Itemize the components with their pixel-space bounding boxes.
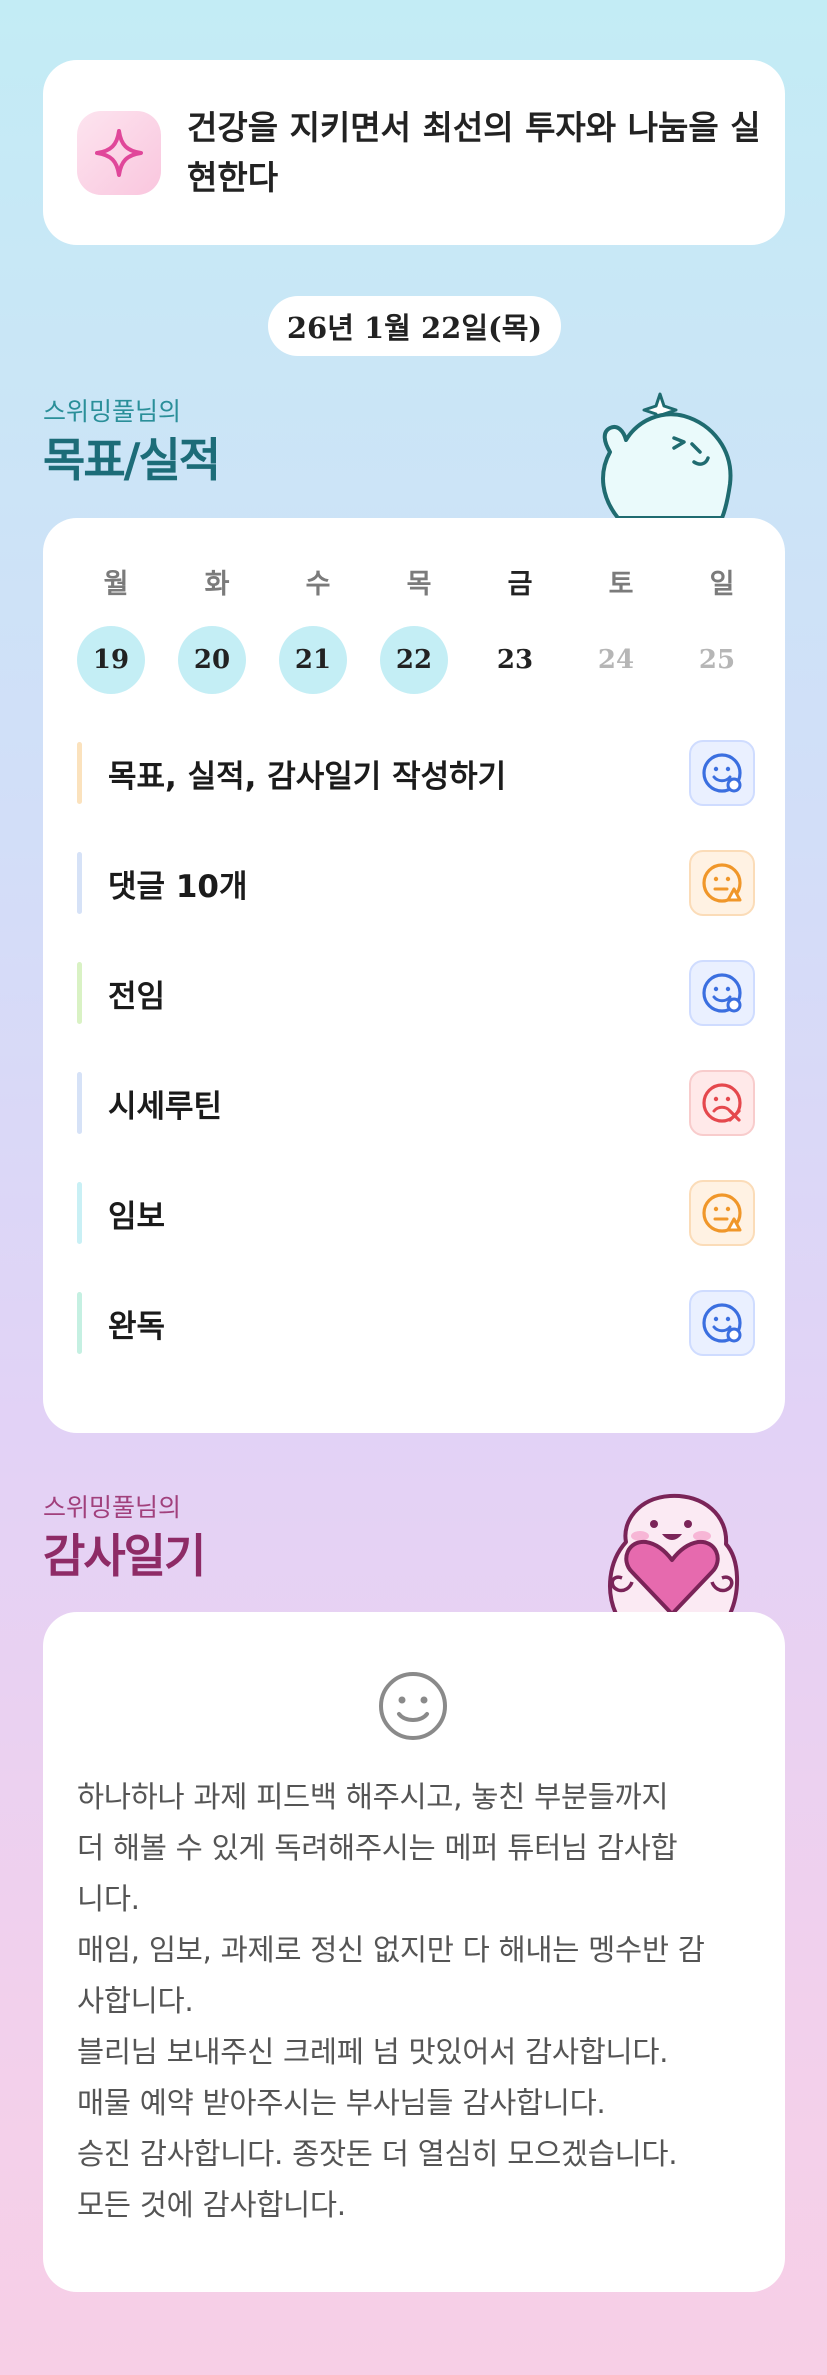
journal-line: 블리님 보내주신 크레페 넘 맛있어서 감사합니다.	[77, 2035, 669, 2069]
journal-line: 매임, 임보, 과제로 정신 없지만 다 해내는 멩수반 감	[77, 1933, 705, 1967]
day-24[interactable]: 24	[582, 626, 650, 694]
task-color-bar	[77, 852, 82, 914]
task-status-smile-face-icon[interactable]	[689, 960, 755, 1026]
task-color-bar	[77, 1292, 82, 1354]
journal-card: 하나하나 과제 피드백 해주시고, 놓친 부분들까지더 해볼 수 있게 독려해주…	[43, 1612, 785, 2292]
task-row[interactable]: 목표, 실적, 감사일기 작성하기	[77, 738, 755, 808]
sparkle-icon	[77, 110, 161, 195]
task-color-bar	[77, 742, 82, 804]
weekday-fri: 금	[507, 569, 533, 600]
mascot-wave-icon	[601, 392, 733, 520]
task-row[interactable]: 시세루틴	[77, 1068, 755, 1138]
task-row[interactable]: 완독	[77, 1288, 755, 1358]
mascot-heart-icon	[608, 1493, 740, 1614]
day-22[interactable]: 22	[380, 626, 448, 694]
weekday-thu: 목	[406, 569, 432, 600]
task-label: 댓글 10개	[108, 868, 248, 905]
weekday-mon: 월	[103, 569, 129, 600]
weekday-sun: 일	[709, 569, 735, 600]
journal-line: 니다.	[77, 1882, 140, 1916]
task-row[interactable]: 댓글 10개	[77, 848, 755, 918]
goals-section-subtitle: 스위밍풀님의	[43, 397, 182, 426]
task-status-neutral-face-icon[interactable]	[689, 850, 755, 916]
journal-text: 하나하나 과제 피드백 해주시고, 놓친 부분들까지더 해볼 수 있게 독려해주…	[77, 1772, 757, 2231]
day-23[interactable]: 23	[481, 626, 549, 694]
goal-line: 현한다	[187, 157, 279, 197]
task-label: 전임	[108, 978, 166, 1015]
journal-line: 모든 것에 감사합니다.	[77, 2188, 346, 2222]
goals-section-title: 목표/실적	[43, 433, 221, 487]
weekday-tue: 화	[204, 569, 230, 600]
task-label: 시세루틴	[108, 1088, 223, 1125]
task-label: 임보	[108, 1198, 166, 1235]
journal-line: 사합니다.	[77, 1984, 194, 2018]
journal-line: 승진 감사합니다. 종잣돈 더 열심히 모으겠습니다.	[77, 2137, 678, 2171]
task-status-smile-face-icon[interactable]	[689, 740, 755, 806]
task-status-smile-face-icon[interactable]	[689, 1290, 755, 1356]
journal-section-title: 감사일기	[43, 1529, 206, 1583]
task-label: 완독	[108, 1308, 166, 1345]
weekday-wed: 수	[305, 569, 331, 600]
day-25[interactable]: 25	[683, 626, 751, 694]
task-row[interactable]: 전임	[77, 958, 755, 1028]
journal-line: 하나하나 과제 피드백 해주시고, 놓친 부분들까지	[77, 1780, 669, 1814]
task-label: 목표, 실적, 감사일기 작성하기	[108, 758, 507, 795]
smile-face-icon	[379, 1672, 447, 1740]
day-21[interactable]: 21	[279, 626, 347, 694]
task-status-neutral-face-icon[interactable]	[689, 1180, 755, 1246]
journal-line: 매물 예약 받아주시는 부사님들 감사합니다.	[77, 2086, 606, 2120]
journal-section-subtitle: 스위밍풀님의	[43, 1493, 182, 1522]
date-pill[interactable]: 26년 1월 22일(목)	[268, 296, 561, 356]
goal-statement: 건강을 지키면서 최선의 투자와 나눔을 실 현한다	[187, 103, 761, 203]
day-20[interactable]: 20	[178, 626, 246, 694]
goal-line: 건강을 지키면서 최선의 투자와 나눔을 실	[187, 107, 761, 147]
task-status-sad-face-icon[interactable]	[689, 1070, 755, 1136]
task-color-bar	[77, 962, 82, 1024]
weekday-sat: 토	[608, 569, 634, 600]
weekly-card: 월 화 수 목 금 토 일 19 20 21 22 23 24 25 목표, 실…	[43, 518, 785, 1433]
day-19[interactable]: 19	[77, 626, 145, 694]
task-color-bar	[77, 1182, 82, 1244]
journal-line: 더 해볼 수 있게 독려해주시는 메퍼 튜터님 감사합	[77, 1831, 678, 1865]
task-color-bar	[77, 1072, 82, 1134]
task-row[interactable]: 임보	[77, 1178, 755, 1248]
goal-card: 건강을 지키면서 최선의 투자와 나눔을 실 현한다	[43, 60, 785, 245]
